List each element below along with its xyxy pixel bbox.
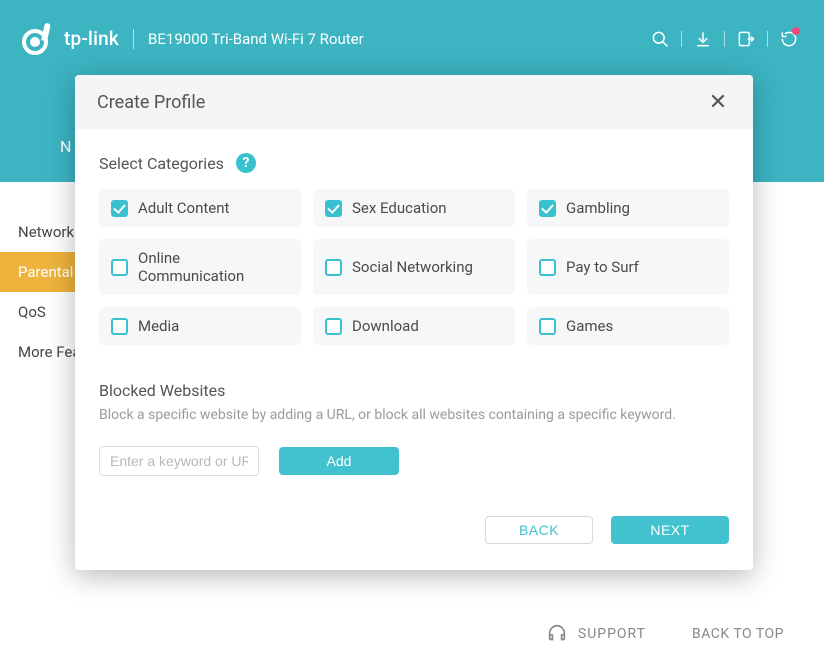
- checkbox-icon[interactable]: [111, 318, 128, 335]
- category-label: Sex Education: [352, 199, 447, 217]
- category-label: Download: [352, 317, 419, 335]
- checkbox-icon[interactable]: [539, 259, 556, 276]
- create-profile-modal: Create Profile ✕ Select Categories ? Adu…: [75, 75, 753, 570]
- checkbox-icon[interactable]: [111, 200, 128, 217]
- modal-footer: BACK NEXT: [75, 486, 753, 570]
- category-sex-education[interactable]: Sex Education: [313, 189, 515, 227]
- category-label: Online Communication: [138, 249, 289, 285]
- checkbox-icon[interactable]: [539, 200, 556, 217]
- select-categories-label: Select Categories: [99, 154, 224, 173]
- category-media[interactable]: Media: [99, 307, 301, 345]
- category-label: Pay to Surf: [566, 258, 639, 276]
- category-label: Games: [566, 317, 613, 335]
- checkbox-icon[interactable]: [325, 200, 342, 217]
- category-gambling[interactable]: Gambling: [527, 189, 729, 227]
- category-label: Social Networking: [352, 258, 473, 276]
- blocked-websites-section: Blocked Websites Block a specific websit…: [99, 381, 729, 476]
- category-online-communication[interactable]: Online Communication: [99, 239, 301, 295]
- category-games[interactable]: Games: [527, 307, 729, 345]
- blocked-websites-description: Block a specific website by adding a URL…: [99, 406, 729, 426]
- checkbox-icon[interactable]: [325, 318, 342, 335]
- help-icon[interactable]: ?: [236, 153, 256, 173]
- checkbox-icon[interactable]: [111, 259, 128, 276]
- category-label: Adult Content: [138, 199, 229, 217]
- category-grid: Adult Content Sex Education Gambling Onl…: [99, 189, 729, 345]
- category-social-networking[interactable]: Social Networking: [313, 239, 515, 295]
- close-icon[interactable]: ✕: [705, 89, 731, 115]
- add-button[interactable]: Add: [279, 447, 399, 475]
- category-download[interactable]: Download: [313, 307, 515, 345]
- keyword-url-input[interactable]: [99, 446, 259, 476]
- category-adult-content[interactable]: Adult Content: [99, 189, 301, 227]
- back-button[interactable]: BACK: [485, 516, 593, 544]
- category-label: Media: [138, 317, 179, 335]
- blocked-websites-title: Blocked Websites: [99, 381, 729, 400]
- checkbox-icon[interactable]: [325, 259, 342, 276]
- modal-title: Create Profile: [97, 92, 205, 113]
- checkbox-icon[interactable]: [539, 318, 556, 335]
- modal-body: Select Categories ? Adult Content Sex Ed…: [75, 129, 753, 486]
- category-label: Gambling: [566, 199, 630, 217]
- next-button[interactable]: NEXT: [611, 516, 729, 544]
- category-pay-to-surf[interactable]: Pay to Surf: [527, 239, 729, 295]
- modal-header: Create Profile ✕: [75, 75, 753, 129]
